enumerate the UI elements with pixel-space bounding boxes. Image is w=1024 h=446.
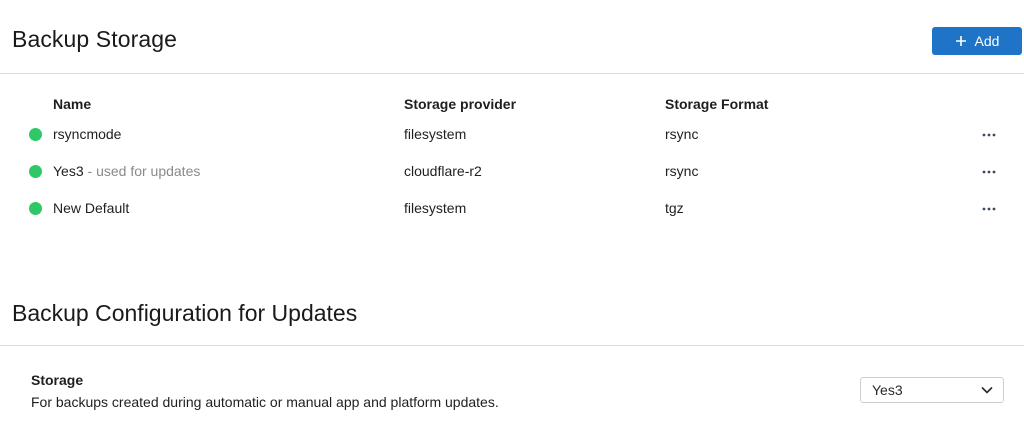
backup-storage-title: Backup Storage: [12, 26, 178, 52]
column-header-format: Storage Format: [665, 96, 769, 112]
backup-config-header: Backup Configuration for Updates: [0, 296, 1024, 346]
storage-format: tgz: [665, 200, 684, 216]
storage-setting-description: For backups created during automatic or …: [31, 394, 499, 410]
row-actions-button[interactable]: [979, 200, 999, 218]
row-actions-button[interactable]: [979, 163, 999, 181]
more-horizontal-icon: [982, 207, 996, 211]
column-header-name: Name: [53, 96, 92, 112]
storage-name: Yes3 - used for updates: [53, 163, 200, 179]
table-row[interactable]: New Default filesystem tgz: [0, 197, 1024, 221]
backup-storage-header: Backup Storage Add: [0, 0, 1024, 74]
storage-name-text: Yes3: [53, 163, 84, 179]
column-header-provider: Storage provider: [404, 96, 517, 112]
status-dot-icon: [29, 128, 42, 141]
storage-name-text: New Default: [53, 200, 130, 216]
backup-config-title: Backup Configuration for Updates: [12, 300, 358, 326]
storage-name-text: rsyncmode: [53, 126, 122, 142]
storage-provider: cloudflare-r2: [404, 163, 482, 179]
storage-setting-label: Storage: [31, 372, 84, 388]
more-horizontal-icon: [982, 133, 996, 137]
storage-select[interactable]: Yes3: [860, 377, 1004, 403]
storage-provider: filesystem: [404, 126, 467, 142]
table-row[interactable]: rsyncmode filesystem rsync: [0, 123, 1024, 147]
status-dot-icon: [29, 165, 42, 178]
storage-name: rsyncmode: [53, 126, 121, 142]
chevron-down-icon: [981, 386, 993, 394]
add-button-label: Add: [974, 33, 1000, 49]
add-storage-button[interactable]: Add: [932, 27, 1022, 55]
storage-table: Name Storage provider Storage Format rsy…: [0, 74, 1024, 296]
storage-format: rsync: [665, 163, 699, 179]
storage-name: New Default: [53, 200, 129, 216]
plus-icon: [955, 36, 966, 46]
table-row[interactable]: Yes3 - used for updates cloudflare-r2 rs…: [0, 160, 1024, 184]
storage-format: rsync: [665, 126, 699, 142]
storage-select-value: Yes3: [872, 382, 903, 398]
storage-provider: filesystem: [404, 200, 467, 216]
status-dot-icon: [29, 202, 42, 215]
row-actions-button[interactable]: [979, 126, 999, 144]
storage-note: - used for updates: [83, 163, 201, 179]
more-horizontal-icon: [982, 170, 996, 174]
